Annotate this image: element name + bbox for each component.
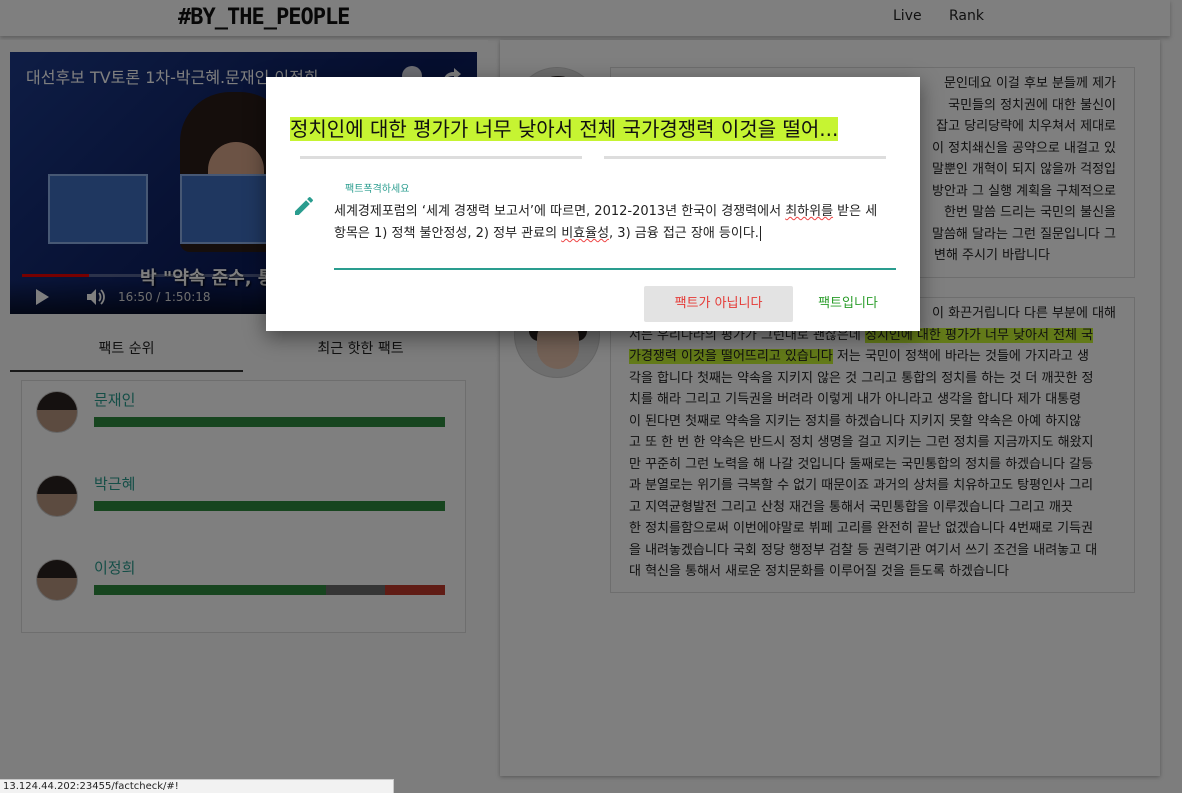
- is-fact-button[interactable]: 팩트입니다: [808, 286, 888, 322]
- not-fact-button[interactable]: 팩트가 아닙니다: [644, 286, 793, 322]
- divider: [300, 156, 582, 159]
- dialog-title: 정치인에 대한 평가가 너무 낮아서 전체 국가경쟁력 이것을 떨어...: [290, 117, 839, 141]
- browser-status-url: 13.124.44.202:23455/factcheck/#!: [0, 779, 394, 793]
- fact-input[interactable]: 세계경제포럼의 ‘세계 경쟁력 보고서’에 따르면, 2012-2013년 한국…: [334, 201, 896, 245]
- divider: [604, 156, 886, 159]
- fact-input-underline: [334, 268, 896, 270]
- fact-check-dialog: 정치인에 대한 평가가 너무 낮아서 전체 국가경쟁력 이것을 떨어... 팩트…: [266, 77, 920, 331]
- pencil-icon: [295, 196, 314, 215]
- fact-input-label: 팩트폭격하세요: [345, 184, 410, 195]
